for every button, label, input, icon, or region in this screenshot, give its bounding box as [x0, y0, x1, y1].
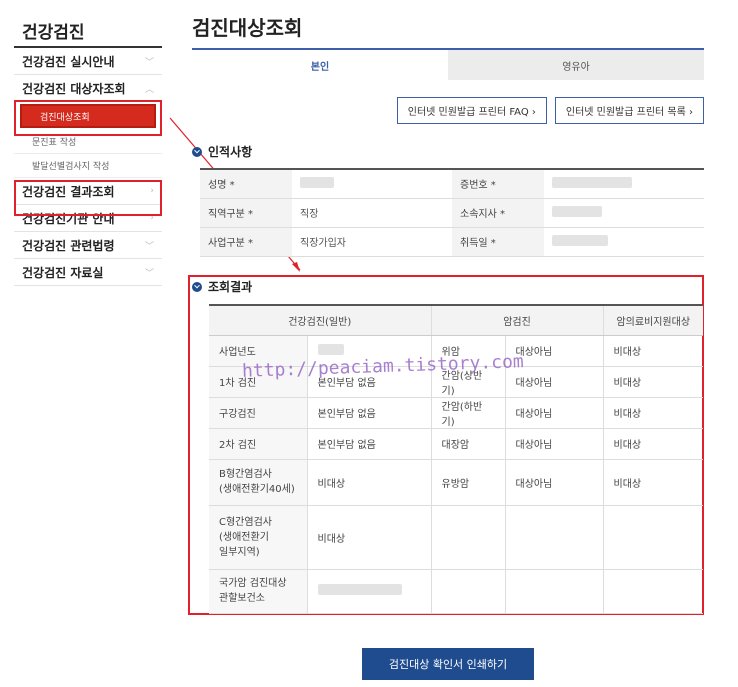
row-value: 본인부담 없음: [307, 428, 432, 460]
table-header-row: 건강검진(일반) 암검진 암의료비지원대상: [209, 305, 703, 336]
branch-value: [544, 198, 704, 228]
check-circle-icon: [192, 281, 202, 292]
support-status: [603, 569, 703, 614]
business-type-label: 사업구분 *: [200, 227, 292, 257]
support-status: 비대상: [603, 366, 703, 398]
check-circle-icon: [192, 146, 202, 157]
cancer-status: 대상아님: [505, 459, 604, 506]
row-value: 비대상: [307, 505, 432, 570]
cancer-type: [431, 569, 506, 614]
cancer-status: 대상아님: [505, 428, 604, 460]
card-number-value: [544, 169, 704, 199]
result-title: 조회결과: [208, 280, 253, 294]
redacted-value: [552, 176, 632, 188]
cancer-type: 간암(하반기): [431, 397, 506, 429]
job-type-label: 직역구분 *: [200, 198, 292, 228]
header-general: 건강검진(일반): [209, 305, 432, 336]
cancer-type: 대장암: [431, 428, 506, 460]
cancer-status: [505, 505, 604, 570]
result-heading: 조회결과: [192, 278, 252, 295]
personal-info-table: 성명 * 증번호 * 직역구분 * 직장 소속지사 * 사업구분 * 직장가입자…: [200, 168, 704, 257]
support-status: 비대상: [603, 397, 703, 429]
table-row: 성명 * 증번호 *: [200, 169, 704, 199]
job-type-value: 직장: [292, 198, 452, 228]
row-value: 비대상: [307, 459, 432, 506]
support-status: 비대상: [603, 335, 703, 367]
tab-bar: 본인 영유아: [192, 48, 704, 80]
cancer-status: 대상아님: [505, 397, 604, 429]
tab-infant[interactable]: 영유아: [448, 50, 704, 80]
support-status: 비대상: [603, 428, 703, 460]
branch-label: 소속지사 *: [452, 198, 544, 228]
cancer-status: [505, 569, 604, 614]
print-confirmation-button[interactable]: 검진대상 확인서 인쇄하기: [362, 648, 534, 680]
support-status: 비대상: [603, 459, 703, 506]
page-title: 검진대상조회: [192, 16, 303, 40]
name-label: 성명 *: [200, 169, 292, 199]
table-row: 구강검진 본인부담 없음 간암(하반기) 대상아님 비대상: [209, 397, 703, 429]
acquisition-date-label: 취득일 *: [452, 227, 544, 257]
table-row: 국가암 검진대상 관할보건소: [209, 569, 703, 614]
header-cancer: 암검진: [431, 305, 604, 336]
redacted-value: [300, 176, 334, 188]
row-label: 구강검진: [209, 397, 308, 429]
card-number-label: 증번호 *: [452, 169, 544, 199]
support-status: [603, 505, 703, 570]
cancer-type: [431, 505, 506, 570]
redacted-value: [552, 234, 608, 246]
personal-info-title: 인적사항: [208, 145, 253, 159]
table-row: 직역구분 * 직장 소속지사 *: [200, 198, 704, 228]
cancer-type: 유방암: [431, 459, 506, 506]
personal-info-heading: 인적사항: [192, 143, 252, 160]
row-label: C형간염검사 (생애전환기 일부지역): [209, 505, 308, 570]
row-label: 국가암 검진대상 관할보건소: [209, 569, 308, 614]
tab-self[interactable]: 본인: [192, 50, 448, 80]
name-value: [292, 169, 452, 199]
redacted-value: [552, 205, 602, 217]
table-row: 2차 검진 본인부담 없음 대장암 대상아님 비대상: [209, 428, 703, 460]
row-value: [307, 569, 432, 614]
result-table: 건강검진(일반) 암검진 암의료비지원대상 사업년도 위암 대상아님 비대상 1…: [209, 304, 703, 614]
redacted-value: [317, 343, 344, 355]
printer-button-row: 인터넷 민원발급 프린터 FAQ › 인터넷 민원발급 프린터 목록 ›: [396, 97, 704, 124]
header-support: 암의료비지원대상: [603, 305, 703, 336]
printer-list-button[interactable]: 인터넷 민원발급 프린터 목록 ›: [554, 97, 704, 124]
row-label: B형간염검사 (생애전환기40세): [209, 459, 308, 506]
table-row: B형간염검사 (생애전환기40세) 비대상 유방암 대상아님 비대상: [209, 459, 703, 506]
table-row: C형간염검사 (생애전환기 일부지역) 비대상: [209, 505, 703, 570]
row-label: 2차 검진: [209, 428, 308, 460]
acquisition-date-value: [544, 227, 704, 257]
printer-faq-button[interactable]: 인터넷 민원발급 프린터 FAQ ›: [396, 97, 547, 124]
redacted-value: [317, 584, 402, 595]
row-value: 본인부담 없음: [307, 397, 432, 429]
table-row: 사업구분 * 직장가입자 취득일 *: [200, 227, 704, 257]
business-type-value: 직장가입자: [292, 227, 452, 257]
